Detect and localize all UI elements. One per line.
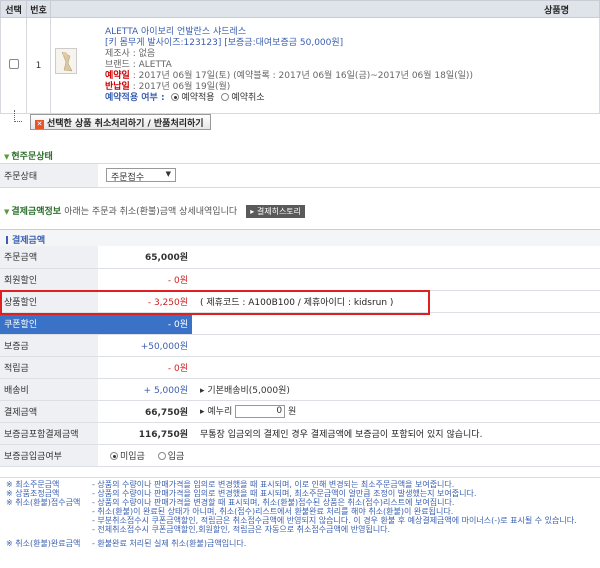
deposit-total-value: 116,750원 <box>98 422 192 445</box>
deposit-total-label: 보증금포함결제금액 <box>0 422 98 445</box>
order-amount-label: 주문금액 <box>0 246 98 269</box>
table-row: 보증금 +50,000원 <box>0 334 600 357</box>
close-icon: ✕ <box>35 120 44 129</box>
reserve-apply-radio[interactable] <box>171 93 180 101</box>
table-row: 쿠폰할인 - 0원 <box>0 312 600 335</box>
payment-section-title: ▼ 결제금액정보 아래는 주문과 취소(환불)금액 상세내역입니다 ▸ 결제히스토… <box>4 204 306 218</box>
reserve-apply-label: 예약적용 여부 : <box>105 93 165 103</box>
payment-history-label: 결제히스토리 <box>256 207 302 216</box>
table-row: 1 ALETTA 아이보리 언발란스 샤드레스 [키 몸무게 발사이즈:1231… <box>0 17 600 114</box>
payment-amount-label: 결제금액 <box>0 400 98 423</box>
deposit-paid-radio[interactable] <box>157 451 166 460</box>
reserve-apply-line: 예약적용 여부 : 예약적용 예약취소 <box>105 93 595 104</box>
list-item: ※ 최소주문금액 - 상품의 수량이나 판매가격을 임의로 변경했을 때 표시되며… <box>6 480 455 489</box>
col-select: 선택 <box>0 0 27 18</box>
order-status-title-text: 현주문상태 <box>11 152 53 162</box>
list-item: - 전체취소접수시 쿠폰금액할인,회원할인, 적립금은 자동으로 취소접수금액에… <box>92 525 391 534</box>
reserve-date-label: 예약일 <box>105 71 130 81</box>
member-discount-value: - 0원 <box>98 268 192 291</box>
list-item: ※ 상품조정금액 - 상품의 수량이나 판매가격을 임의로 변경했을 때 표시되며… <box>6 489 477 498</box>
order-status-select[interactable]: 주문접수 ▼ <box>106 168 176 183</box>
product-thumbnail[interactable] <box>55 48 77 74</box>
shipping-value: + 5,000원 <box>98 378 192 401</box>
payment-desc: 아래는 주문과 취소(환불)금액 상세내역입니다 <box>64 207 238 217</box>
highlight-annotation <box>0 290 430 315</box>
notes-section: ※ 최소주문금액 - 상품의 수량이나 판매가격을 임의로 변경했을 때 표시되며… <box>0 477 600 568</box>
return-date-label: 반납일 <box>105 82 130 92</box>
row-number: 1 <box>26 17 51 114</box>
deposit-unpaid-option: 미입금 <box>120 451 145 462</box>
deposit-label: 보증금 <box>0 334 98 357</box>
triangle-down-icon: ▼ <box>4 153 10 161</box>
order-status-table: 주문상태 주문접수 ▼ <box>0 163 600 188</box>
payment-title-text: 결제금액정보 <box>11 207 62 217</box>
list-item: ※ 취소(환불)접수금액 - 상품의 수량이나 판매가격을 변경할 때 표시되며,… <box>6 498 455 507</box>
table-row: 결제금액 66,750원 ▸ 예누리 0 원 <box>0 400 600 423</box>
deposit-status-label: 보증금입금여부 <box>0 444 98 467</box>
reserve-date-line: 예약일 : 2017년 06월 17일(토) (예약블록 : 2017년 06월… <box>105 71 595 82</box>
reserve-block: (예약블록 : 2017년 06월 16일(금)~2017년 06월 18일(일… <box>233 71 473 81</box>
payment-box-title: 결제금액 <box>12 236 46 246</box>
deposit-unpaid-radio[interactable] <box>110 451 118 460</box>
order-items-table: 선택 번호 상품명 1 ALETTA 아이보리 언발란스 샤드레스 [키 몸무게… <box>0 0 600 114</box>
col-number: 번호 <box>26 0 51 18</box>
points-value: - 0원 <box>98 356 192 379</box>
points-label: 적립금 <box>0 356 98 379</box>
enuri-unit: 원 <box>287 407 297 417</box>
coupon-discount-value: - 0원 <box>98 312 192 335</box>
deposit-paid-option: 입금 <box>167 451 185 462</box>
caret-down-icon: ▼ <box>165 170 171 178</box>
col-product: 상품명 <box>50 0 600 18</box>
enuri-input[interactable]: 0 <box>235 405 286 418</box>
order-status-label: 주문상태 <box>0 163 98 188</box>
table-row: 주문금액 65,000원 <box>0 246 600 269</box>
payment-box-header: 결제금액 <box>0 230 600 246</box>
deposit-total-memo: 무통장 입금외의 결제인 경우 결제금액에 보증금이 포함되어 있지 않습니다. <box>192 422 600 445</box>
enuri-label: 예누리 <box>207 407 233 417</box>
payment-box: 결제금액 주문금액 65,000원 회원할인 - 0원 상품할인 - 3,250… <box>0 229 600 469</box>
table-row: 배송비 + 5,000원 ▸ 기본배송비(5,000원) <box>0 378 600 401</box>
order-amount-value: 65,000원 <box>98 246 192 269</box>
order-status-section-title: ▼ 현주문상태 <box>4 149 53 162</box>
product-options: [키 몸무게 발사이즈:123123] [보증금:대여보증금 50,000원] <box>105 38 344 48</box>
list-item: - 부분취소접수시 쿠폰금액할인, 적립금은 취소접수금액에 반영되지 않습니다… <box>92 516 577 525</box>
member-discount-label: 회원할인 <box>0 268 98 291</box>
table-row: 회원할인 - 0원 <box>0 268 600 291</box>
tree-connector <box>14 110 22 122</box>
reserve-date-value: : 2017년 06월 17일(토) <box>132 71 231 81</box>
payment-amount-value: 66,750원 <box>98 400 192 423</box>
reserve-cancel-option: 예약취소 <box>231 93 265 103</box>
order-status-selected: 주문접수 <box>111 173 145 183</box>
list-item: - 취소(환불)이 완료된 상태가 아니며, 취소(접수)리스트에서 환불완료 … <box>92 507 454 516</box>
payment-history-button[interactable]: ▸ 결제히스토리 <box>246 205 306 218</box>
shipping-label: 배송비 <box>0 378 98 401</box>
row-checkbox[interactable] <box>8 59 19 69</box>
payment-table: 주문금액 65,000원 회원할인 - 0원 상품할인 - 3,250원 ( 제… <box>0 246 600 467</box>
cancel-return-button[interactable]: ✕ 선택한 상품 취소처리하기 / 반품처리하기 <box>30 114 211 130</box>
deposit-value: +50,000원 <box>98 334 192 357</box>
return-date-value: : 2017년 06월 19일(월) <box>132 82 231 92</box>
title-bar-mark <box>6 236 8 244</box>
list-item: ※ 취소(환불)완료금액 - 환불완료 처리된 실제 취소(환불)금액입니다. <box>6 539 247 548</box>
reserve-cancel-radio[interactable] <box>221 93 230 101</box>
product-name-link[interactable]: ALETTA 아이보리 언발란스 샤드레스 <box>105 27 595 38</box>
product-cell: ALETTA 아이보리 언발란스 샤드레스 [키 몸무게 발사이즈:123123… <box>50 17 600 114</box>
table-row: 보증금포함결제금액 116,750원 무통장 입금외의 결제인 경우 결제금액에… <box>0 422 600 445</box>
product-brand: 브랜드 : ALETTA <box>105 60 172 70</box>
table-row: 적립금 - 0원 <box>0 356 600 379</box>
cancel-return-label: 선택한 상품 취소처리하기 / 반품처리하기 <box>47 119 204 129</box>
triangle-down-icon: ▼ <box>4 208 10 216</box>
coupon-discount-label: 쿠폰할인 <box>0 312 98 335</box>
reserve-apply-option: 예약적용 <box>181 93 215 103</box>
table-row: 보증금입금여부 미입금 입금 <box>0 444 600 467</box>
product-maker: 제조사 : 없음 <box>105 49 156 59</box>
return-date-line: 반납일 : 2017년 06월 19일(월) <box>105 82 595 93</box>
shipping-memo: 기본배송비(5,000원) <box>207 385 290 396</box>
